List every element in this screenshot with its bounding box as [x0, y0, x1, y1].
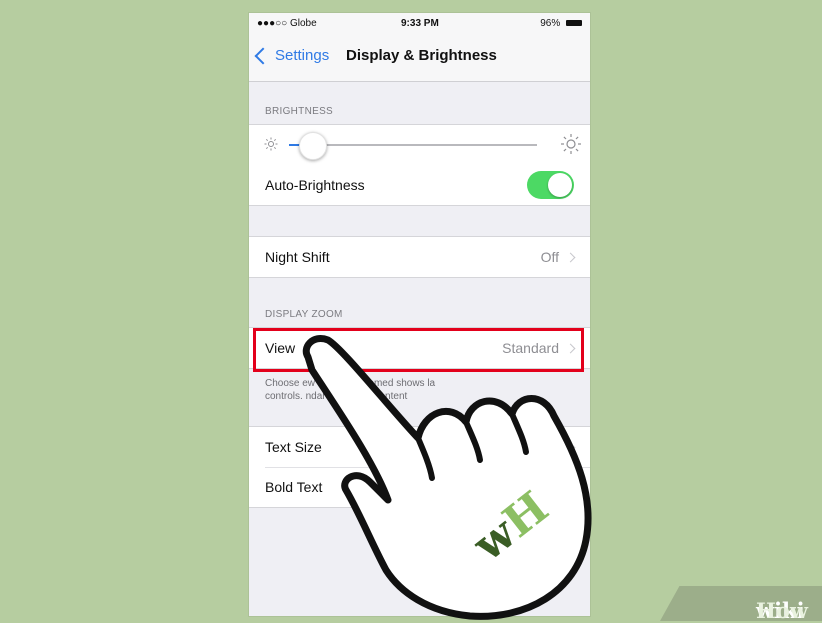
chevron-right-icon — [565, 252, 576, 262]
battery-icon — [566, 20, 582, 27]
toggle-knob — [548, 173, 572, 197]
auto-brightness-toggle[interactable] — [527, 171, 574, 199]
brightness-header: BRIGHTNESS — [265, 106, 334, 117]
battery-status: 96% — [540, 18, 582, 29]
page-title: Display & Brightness — [346, 47, 497, 64]
wikihow-watermark: wiki How — [660, 586, 822, 621]
status-bar: ●●●○○ Globe 9:33 PM 96% — [249, 13, 590, 35]
night-shift-group: Night Shift Off — [249, 236, 590, 278]
auto-brightness-row: Auto-Brightness — [249, 165, 590, 205]
clock: 9:33 PM — [401, 18, 439, 29]
slider-track — [311, 144, 537, 146]
pointing-hand-icon: wH — [302, 335, 592, 620]
slider-thumb[interactable] — [299, 132, 327, 160]
brightness-group: Auto-Brightness — [249, 124, 590, 206]
night-shift-row[interactable]: Night Shift Off — [249, 237, 590, 277]
auto-brightness-label: Auto-Brightness — [265, 177, 365, 193]
navigation-bar: Settings Display & Brightness — [249, 35, 590, 82]
brightness-slider[interactable] — [249, 125, 590, 165]
battery-percent: 96% — [540, 18, 561, 29]
night-shift-value-text: Off — [540, 249, 559, 265]
back-button-label: Settings — [275, 47, 330, 64]
night-shift-label: Night Shift — [265, 249, 330, 265]
wikihow-logo-how: How — [756, 598, 808, 623]
sun-small-icon — [264, 137, 278, 151]
page-background: ●●●○○ Globe 9:33 PM 96% Settings Display… — [0, 0, 822, 621]
back-button[interactable]: Settings — [254, 47, 330, 64]
display-zoom-header: DISPLAY ZOOM — [265, 309, 343, 320]
chevron-left-icon — [254, 47, 272, 64]
carrier-label: ●●●○○ Globe — [257, 18, 317, 29]
sun-large-icon — [561, 134, 581, 154]
night-shift-value: Off — [540, 249, 576, 265]
